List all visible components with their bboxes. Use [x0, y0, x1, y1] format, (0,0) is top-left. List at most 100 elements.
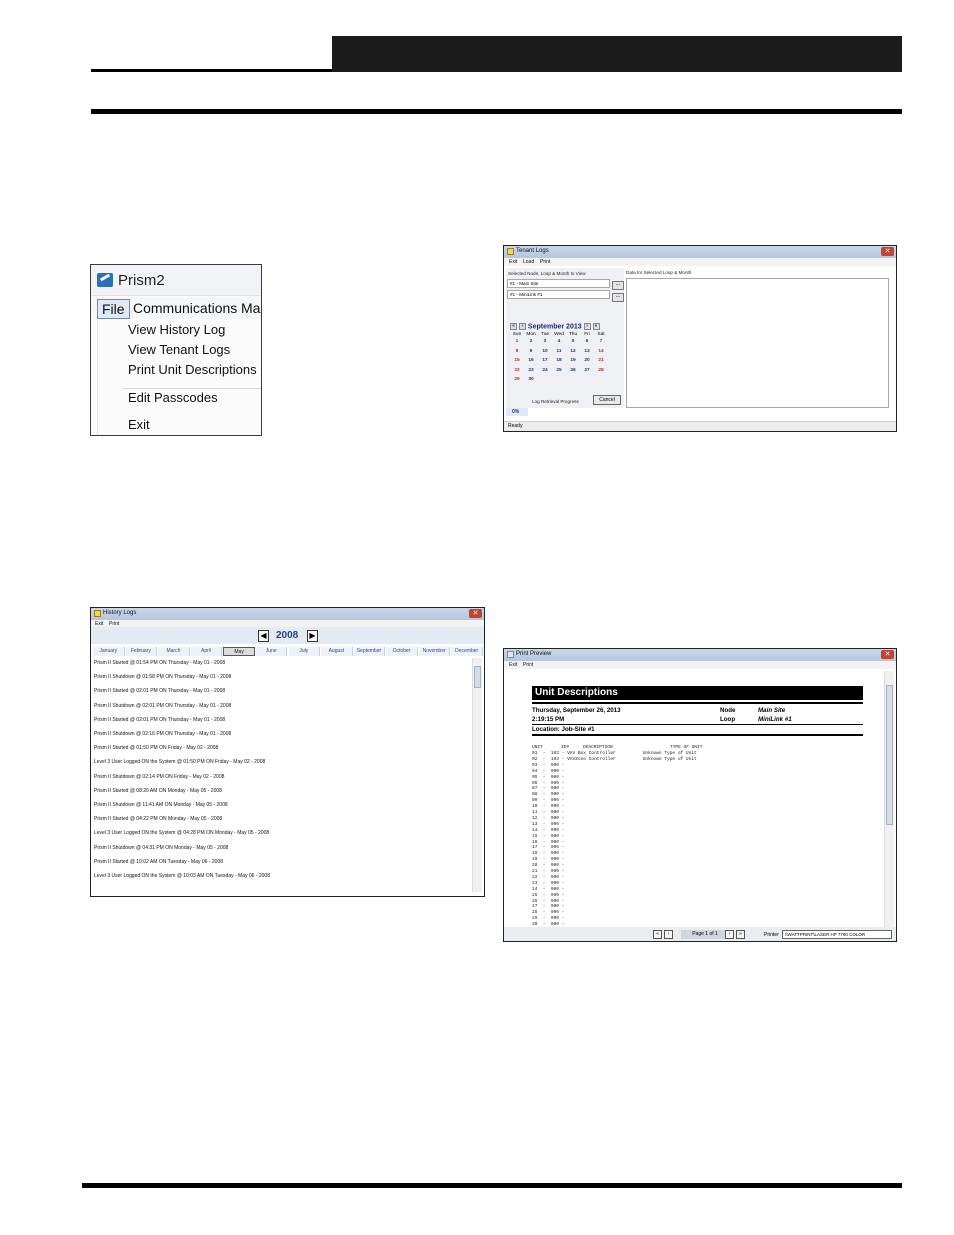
unit-row: 09 - 000 - [532, 798, 565, 804]
menu-print[interactable]: Print [523, 662, 533, 668]
calendar-day[interactable]: 26 [566, 368, 580, 373]
printer-select[interactable]: \\WATTPRINT\LASER HP 7790 COLOR [782, 930, 892, 939]
unit-row: 07 - 000 - [532, 786, 565, 792]
menu-print[interactable]: Print [540, 259, 550, 265]
calendar-day[interactable]: 17 [538, 358, 552, 363]
calendar-day[interactable]: 1 [510, 339, 524, 344]
window-titlebar: Print Preview ✕ [504, 649, 896, 661]
weekday-label: Mon [526, 332, 536, 337]
menu-item-view-history-log[interactable]: View History Log [128, 322, 225, 337]
calendar-day[interactable]: 27 [580, 368, 594, 373]
scrollbar[interactable] [884, 671, 894, 927]
col-type: TYPE OF UNIT [670, 745, 703, 750]
calendar-day[interactable]: 9 [524, 349, 538, 354]
close-icon[interactable]: ✕ [881, 247, 894, 256]
loop-select[interactable]: #1 - MiniLink #1 [507, 290, 610, 299]
prev-page-icon[interactable]: ‹ [664, 930, 673, 939]
loop-browse-button[interactable]: ... [612, 293, 624, 302]
unit-row: 25 - 000 - [532, 892, 565, 898]
calendar-day[interactable]: 4 [552, 339, 566, 344]
month-tab-april[interactable]: April [190, 647, 223, 656]
calendar-day[interactable]: 30 [524, 377, 538, 382]
unit-row: 17 - 000 - [532, 845, 565, 851]
report-rule [532, 724, 863, 725]
next-month-icon[interactable]: › [583, 323, 591, 330]
month-tab-august[interactable]: August [321, 647, 353, 656]
weekday-label: Sun [512, 332, 522, 337]
unit-row: 19 - 000 - [532, 857, 565, 863]
printer-label: Printer [764, 932, 779, 938]
calendar-day[interactable]: 29 [510, 377, 524, 382]
history-entry: Prism II Shutdown @ 02:16 PM ON Thursday… [94, 731, 232, 737]
calendar-day[interactable]: 16 [524, 358, 538, 363]
month-tab-october[interactable]: October [386, 647, 418, 656]
calendar-day[interactable]: 12 [566, 349, 580, 354]
next-year-icon[interactable]: » [592, 323, 600, 330]
calendar-day[interactable]: 18 [552, 358, 566, 363]
calendar-day[interactable]: 13 [580, 349, 594, 354]
month-tab-november[interactable]: November [418, 647, 451, 656]
next-page-icon[interactable]: › [725, 930, 734, 939]
prev-year-icon[interactable]: ◀ [258, 630, 269, 642]
col-id: ID# [561, 745, 570, 750]
scrollbar-thumb[interactable] [474, 666, 481, 688]
calendar-day[interactable]: 3 [538, 339, 552, 344]
menu-item-edit-passcodes[interactable]: Edit Passcodes [128, 390, 218, 405]
close-icon[interactable]: ✕ [469, 609, 482, 618]
prev-month-icon[interactable]: ‹ [518, 323, 526, 330]
node-browse-button[interactable]: ... [612, 281, 624, 290]
month-tab-december[interactable]: December [451, 647, 483, 656]
calendar-day[interactable]: 11 [552, 349, 566, 354]
calendar-day[interactable]: 15 [510, 358, 524, 363]
calendar-day[interactable]: 21 [594, 358, 608, 363]
next-year-icon[interactable]: ▶ [307, 630, 318, 642]
menu-communications[interactable]: Communications [129, 299, 241, 317]
menu-maintenance[interactable]: Mai [237, 299, 261, 317]
menu-file[interactable]: File [97, 299, 130, 319]
col-unit: UNIT [532, 745, 543, 750]
cancel-button[interactable]: Cancel [593, 395, 621, 405]
month-tab-january[interactable]: January [93, 647, 125, 656]
close-icon[interactable]: ✕ [881, 650, 894, 659]
calendar-day[interactable]: 24 [538, 368, 552, 373]
menu-load[interactable]: Load [523, 259, 534, 265]
calendar-day[interactable]: 8 [510, 349, 524, 354]
preview-page: Unit Descriptions Thursday, September 26… [506, 671, 884, 927]
unit-row: 15 - 000 - [532, 833, 565, 839]
node-select[interactable]: #1 - Main Site [507, 279, 610, 288]
history-list: Prism II Started @ 01:54 PM ON Thursday … [93, 658, 473, 894]
history-entry: Level 3 User Logged ON the System @ 04:2… [94, 830, 270, 837]
calendar-day[interactable]: 10 [538, 349, 552, 354]
calendar-day[interactable]: 20 [580, 358, 594, 363]
window-icon [507, 248, 514, 255]
calendar-day[interactable]: 14 [594, 349, 608, 354]
last-page-icon[interactable]: » [736, 930, 745, 939]
calendar-day[interactable]: 19 [566, 358, 580, 363]
history-entry: Prism II Shutdown @ 11:41 AM ON Monday -… [94, 802, 228, 808]
menu-item-view-tenant-logs[interactable]: View Tenant Logs [128, 342, 230, 357]
calendar-day[interactable]: 23 [524, 368, 538, 373]
first-page-icon[interactable]: « [653, 930, 662, 939]
month-tab-may[interactable]: May [223, 647, 255, 656]
menu-exit[interactable]: Exit [509, 662, 517, 668]
month-tab-july[interactable]: July [288, 647, 321, 656]
calendar-day[interactable]: 2 [524, 339, 538, 344]
calendar-day[interactable]: 22 [510, 368, 524, 373]
prev-year-icon[interactable]: « [510, 323, 517, 330]
month-tab-february[interactable]: February [125, 647, 158, 656]
data-panel[interactable] [626, 278, 889, 408]
month-tab-june[interactable]: June [255, 647, 288, 656]
month-tab-march[interactable]: March [158, 647, 190, 656]
calendar-day[interactable]: 28 [594, 368, 608, 373]
menu-exit[interactable]: Exit [509, 259, 517, 265]
menu-item-print-unit-descriptions[interactable]: Print Unit Descriptions [128, 362, 257, 377]
scrollbar[interactable] [472, 658, 482, 892]
calendar-day[interactable]: 7 [594, 339, 608, 344]
calendar-day[interactable]: 6 [580, 339, 594, 344]
menu-item-exit[interactable]: Exit [128, 417, 150, 432]
unit-row: 16 - 000 - [532, 839, 565, 845]
calendar-day[interactable]: 5 [566, 339, 580, 344]
calendar-day[interactable]: 25 [552, 368, 566, 373]
scrollbar-thumb[interactable] [886, 685, 893, 825]
month-tab-september[interactable]: September [353, 647, 386, 656]
